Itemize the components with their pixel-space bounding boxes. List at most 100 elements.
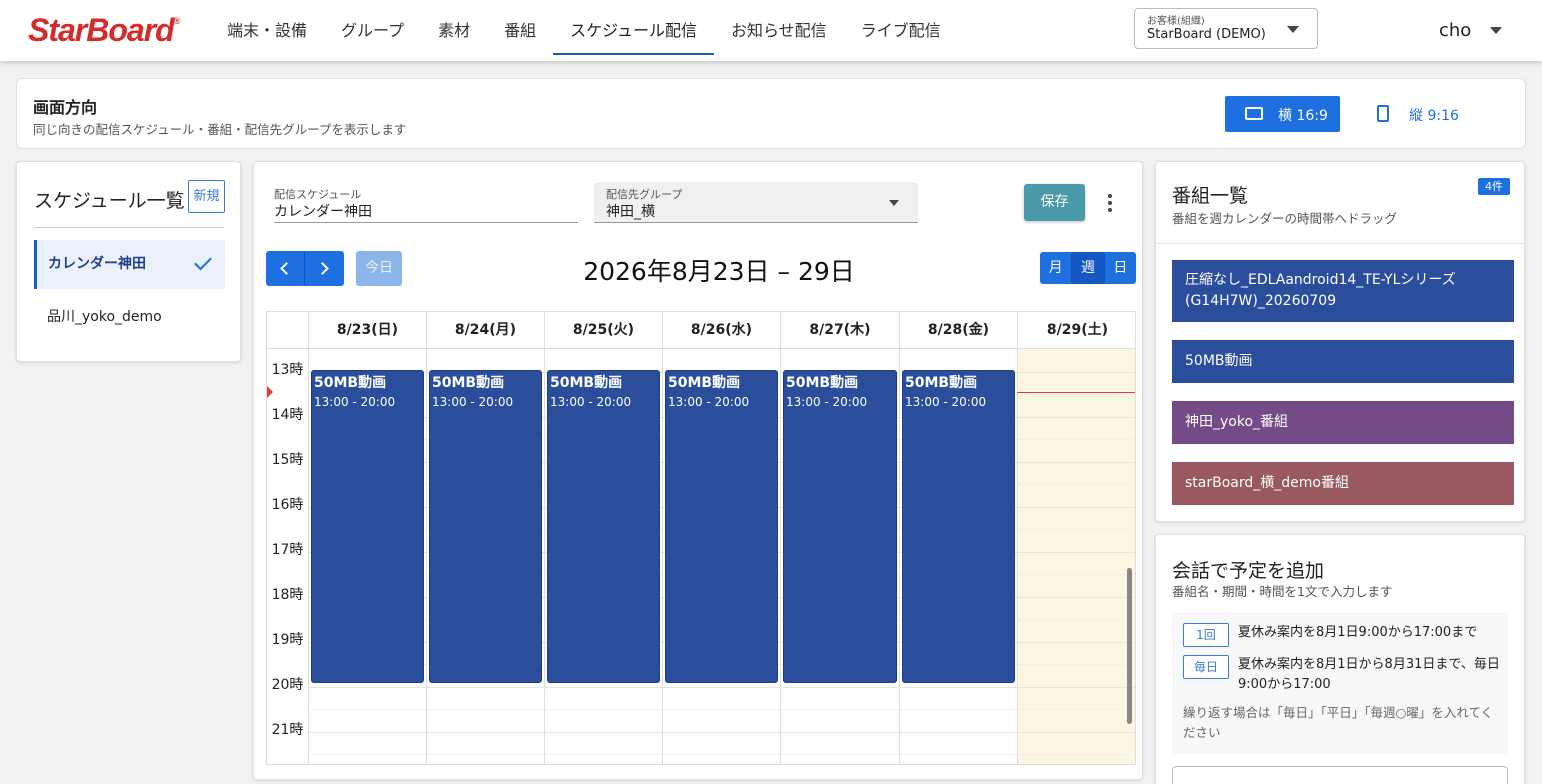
today-button[interactable]: 今日 [356,251,402,286]
schedule-item-kanda[interactable]: カレンダー神田 [34,240,225,289]
chevron-down-icon [889,200,899,206]
starboard-logo[interactable]: StarBoard® [28,12,180,49]
landscape-button[interactable]: 横 16:9 [1225,96,1340,132]
half-hour-gridline [781,709,899,710]
calendar-event[interactable]: 50MB動画 13:00 - 20:00 [902,370,1015,683]
schedule-name-field[interactable]: 配信スケジュール カレンダー神田 [274,186,578,223]
hour-gridline [309,732,426,733]
half-hour-gridline [1018,754,1135,755]
hour-label: 16時 [271,497,304,513]
hour-gridline [427,687,544,688]
day-column[interactable]: 50MB動画 13:00 - 20:00 [899,349,1017,764]
example-text[interactable]: 夏休み案内を8月1日から8月31日まで、毎日9:00から17:00 [1238,655,1500,695]
landscape-label: 横 16:9 [1278,108,1328,124]
schedule-item-shinagawa[interactable]: 品川_yoko_demo [34,293,225,342]
program-list-title: 番組一覧 [1172,185,1249,207]
nav-live-delivery[interactable]: ライブ配信 [844,0,958,61]
program-item[interactable]: starBoard_横_demo番組 [1172,462,1514,505]
day-column[interactable]: 50MB動画 13:00 - 20:00 [780,349,899,764]
now-indicator-line [1017,392,1135,393]
hour-gridline [1018,597,1135,598]
half-hour-gridline [427,709,544,710]
hour-gridline [427,732,544,733]
half-hour-gridline [1018,574,1135,575]
check-icon [194,252,212,271]
half-hour-gridline [1018,664,1135,665]
program-item[interactable]: 圧縮なし_EDLAandroid14_TE-YLシリーズ(G14H7W)_202… [1172,260,1514,322]
hour-gridline [1018,417,1135,418]
chevron-right-icon [316,262,329,275]
calendar-event[interactable]: 50MB動画 13:00 - 20:00 [311,370,424,683]
day-column[interactable]: 50MB動画 13:00 - 20:00 [544,349,662,764]
half-hour-gridline [309,754,426,755]
view-month-button[interactable]: 月 [1040,252,1071,284]
program-item[interactable]: 神田_yoko_番組 [1172,401,1514,444]
half-hour-gridline [663,754,780,755]
hour-label: 17時 [271,542,304,558]
day-column[interactable]: 50MB動画 13:00 - 20:00 [426,349,544,764]
hour-label: 19時 [271,632,304,648]
event-time: 13:00 - 20:00 [786,395,868,409]
nav-programs[interactable]: 番組 [487,0,553,61]
orientation-subtitle: 同じ向きの配信スケジュール・番組・配信先グループを表示します [33,122,407,137]
event-title: 50MB動画 [668,375,741,391]
divider [1156,243,1524,244]
event-time: 13:00 - 20:00 [432,395,514,409]
portrait-screen-icon [1377,105,1389,122]
hour-gridline [663,732,780,733]
more-options-icon[interactable] [1106,194,1114,214]
view-week-button[interactable]: 週 [1071,252,1104,284]
nav-groups[interactable]: グループ [324,0,421,61]
event-title: 50MB動画 [905,375,978,391]
hour-gridline [1018,507,1135,508]
main-nav: 端末・設備 グループ 素材 番組 スケジュール配信 お知らせ配信 ライブ配信 [210,0,958,61]
day-column[interactable] [1017,349,1135,764]
chat-subtitle: 番組名・期間・時間を1文で入力します [1172,584,1393,599]
half-hour-gridline [1018,394,1135,395]
prev-week-button[interactable] [266,251,305,286]
week-grid[interactable]: 8/23(日) 8/24(月) 8/25(火) 8/26(水) 8/27(木) 8/28(… [266,311,1136,765]
nav-materials[interactable]: 素材 [421,0,487,61]
user-menu[interactable]: cho [1439,20,1471,41]
half-hour-gridline [663,709,780,710]
schedule-item-label: カレンダー神田 [48,256,146,272]
day-column[interactable]: 50MB動画 13:00 - 20:00 [308,349,426,764]
save-button[interactable]: 保存 [1024,184,1085,221]
nav-notice-delivery[interactable]: お知らせ配信 [714,0,844,61]
half-hour-gridline [1018,529,1135,530]
hour-gridline [1018,552,1135,553]
half-hour-gridline [1018,709,1135,710]
day-column[interactable]: 50MB動画 13:00 - 20:00 [662,349,780,764]
hour-label: 13時 [271,362,304,378]
nav-schedule-delivery[interactable]: スケジュール配信 [553,0,714,61]
calendar-event[interactable]: 50MB動画 13:00 - 20:00 [783,370,897,683]
once-badge: 1回 [1183,623,1229,647]
example-text[interactable]: 夏休み案内を8月1日9:00から17:00まで [1238,623,1500,643]
program-item[interactable]: 50MB動画 [1172,340,1514,383]
group-select[interactable]: 配信先グループ 神田_横 [594,182,918,223]
calendar-card: 配信スケジュール カレンダー神田 配信先グループ 神田_横 保存 今日 2026… [253,161,1143,780]
event-time: 13:00 - 20:00 [905,395,987,409]
hour-label: 21時 [271,722,304,738]
calendar-scrollbar[interactable] [1127,568,1132,724]
new-schedule-button[interactable]: 新規 [188,180,225,213]
calendar-event[interactable]: 50MB動画 13:00 - 20:00 [429,370,542,683]
chat-input[interactable] [1172,766,1508,784]
nav-devices[interactable]: 端末・設備 [210,0,324,61]
view-day-button[interactable]: 日 [1103,252,1136,284]
tenant-value: StarBoard (DEMO) [1147,27,1266,42]
tenant-select[interactable]: お客様(組織) StarBoard (DEMO) [1134,8,1318,49]
portrait-button[interactable]: 縦 9:16 [1353,96,1463,132]
user-chevron-down-icon[interactable] [1490,27,1502,34]
calendar-title: 2026年8月23日 – 29日 [583,257,855,286]
program-count-badge: 4件 [1478,178,1510,195]
group-label: 配信先グループ [606,188,683,201]
hour-gridline [545,732,662,733]
calendar-event[interactable]: 50MB動画 13:00 - 20:00 [547,370,660,683]
calendar-event[interactable]: 50MB動画 13:00 - 20:00 [665,370,778,683]
day-header: 8/28(金) [899,312,1017,349]
half-hour-gridline [545,709,662,710]
event-time: 13:00 - 20:00 [668,395,750,409]
half-hour-gridline [427,754,544,755]
next-week-button[interactable] [305,251,344,286]
